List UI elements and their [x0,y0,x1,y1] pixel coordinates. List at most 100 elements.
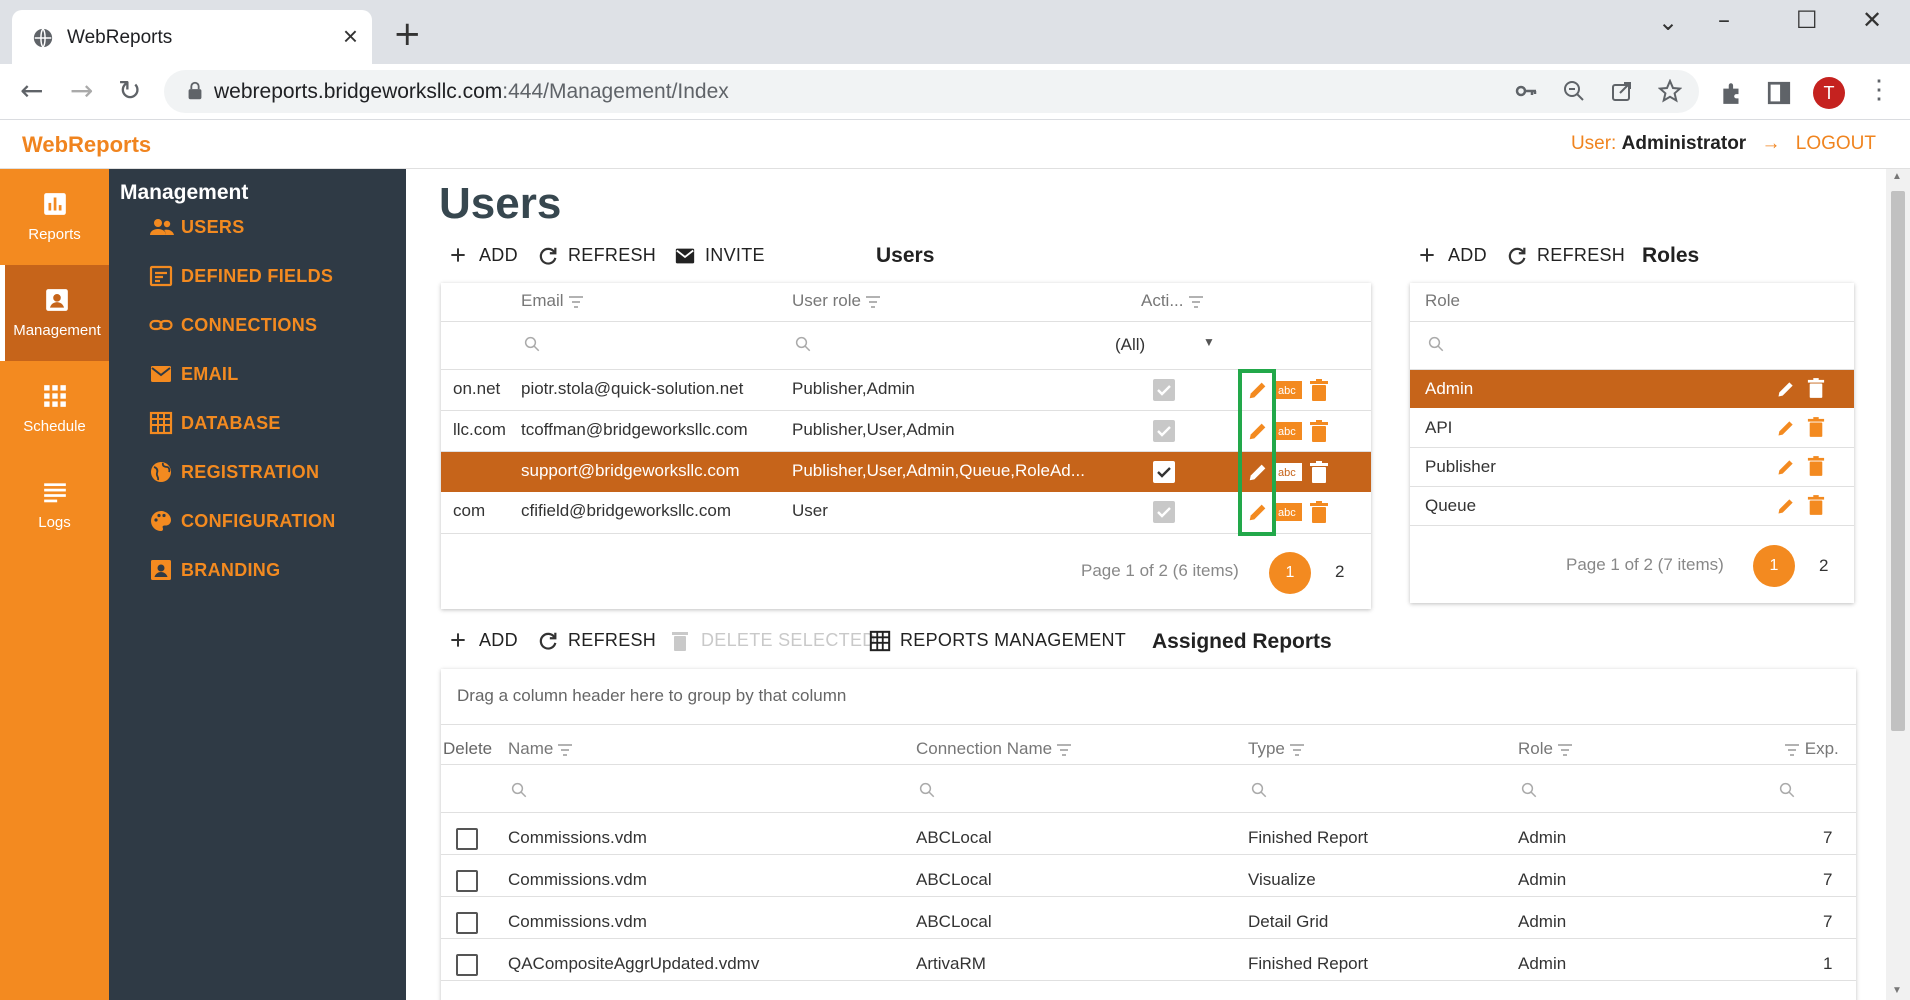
search-icon[interactable] [794,335,812,353]
roles-page-2-button[interactable]: 2 [1819,556,1828,576]
maximize-icon[interactable]: ☐ [1796,6,1818,34]
exp-cell: 7 [1823,870,1833,889]
rail-item-reports[interactable]: Reports [0,169,109,265]
browser-menu-icon[interactable]: ⋮ [1866,74,1892,105]
filter-icon[interactable] [568,295,584,309]
role-cell: Admin [1518,954,1567,973]
filter-icon[interactable] [1289,743,1305,757]
active-checkbox[interactable] [1153,420,1175,442]
assigned-toolbar: ADD REFRESH DELETE SELECTED REPORTS MANA… [448,627,1148,657]
search-icon[interactable] [1778,781,1796,799]
search-icon[interactable] [510,781,528,799]
minimize-icon[interactable]: – [1718,6,1730,34]
row-select-checkbox[interactable] [456,828,478,850]
delete-trash-icon[interactable] [1309,420,1329,442]
users-pager-info: Page 1 of 2 (6 items) [1081,561,1239,580]
active-checkbox[interactable] [1153,461,1175,483]
exp-column-header[interactable]: Exp. [1780,739,1839,759]
logout-arrow-icon[interactable]: → [1761,133,1780,154]
active-column-header[interactable]: Acti... [1141,291,1204,311]
close-window-icon[interactable]: ✕ [1862,6,1882,34]
row-select-checkbox[interactable] [456,912,478,934]
edit-pencil-icon[interactable] [1776,418,1796,438]
delete-trash-icon[interactable] [1807,417,1825,437]
delete-column-header[interactable]: Delete [443,739,492,759]
table-row-selected[interactable]: support@bridgeworksllc.com Publisher,Use… [441,452,1371,492]
logout-link[interactable]: LOGOUT [1796,133,1876,154]
delete-trash-icon[interactable] [1807,378,1825,398]
bookmark-star-icon[interactable] [1658,79,1682,103]
type-column-header[interactable]: Type [1248,739,1305,759]
close-tab-icon[interactable]: × [343,21,358,52]
link-icon [149,319,173,331]
filter-icon[interactable] [1056,743,1072,757]
zoom-icon[interactable] [1562,79,1586,103]
user-role-column-header[interactable]: User role [792,291,881,311]
extensions-icon[interactable] [1719,80,1745,106]
app-brand[interactable]: WebReports [22,132,151,158]
users-page-2-button[interactable]: 2 [1335,562,1344,582]
role-column-header[interactable]: Role [1425,291,1460,311]
trash-icon [672,632,688,651]
profile-avatar[interactable]: T [1813,77,1845,109]
scroll-down-icon[interactable]: ▼ [1892,985,1902,996]
browser-tab[interactable]: WebReports × [12,10,372,64]
rename-abc-icon[interactable]: abc [1276,381,1302,399]
search-icon[interactable] [1427,335,1445,353]
delete-trash-icon[interactable] [1807,456,1825,476]
connection-column-header[interactable]: Connection Name [916,739,1072,759]
role-column-header[interactable]: Role [1518,739,1573,759]
filter-icon[interactable] [865,295,881,309]
rename-abc-icon[interactable]: abc [1276,463,1302,481]
delete-trash-icon[interactable] [1309,461,1329,483]
delete-trash-icon[interactable] [1309,379,1329,401]
users-page-1-button[interactable]: 1 [1269,552,1311,594]
rail-item-logs[interactable]: Logs [0,457,109,553]
users-section-title: Users [876,244,935,267]
side-panel-icon[interactable] [1766,80,1792,106]
user-label: User: [1570,133,1617,154]
active-filter-select[interactable]: (All) [1115,335,1145,355]
filter-icon[interactable] [1784,743,1800,757]
row-select-checkbox[interactable] [456,870,478,892]
filter-icon[interactable] [1557,743,1573,757]
active-checkbox[interactable] [1153,379,1175,401]
back-icon[interactable]: ← [20,74,43,107]
globe-icon [151,462,171,482]
scroll-up-icon[interactable]: ▲ [1892,171,1902,182]
reload-icon[interactable]: ↻ [118,74,141,107]
rename-abc-icon[interactable]: abc [1276,422,1302,440]
forward-icon[interactable]: → [70,74,93,107]
edit-pencil-icon[interactable] [1776,496,1796,516]
role-name-cell: Queue [1425,496,1477,515]
report-name-cell: QACompositeAggrUpdated.vdmv [508,954,760,973]
new-tab-icon[interactable]: + [393,14,422,54]
search-icon[interactable] [523,335,541,353]
scrollbar-thumb[interactable] [1891,191,1905,731]
rail-item-schedule[interactable]: Schedule [0,361,109,457]
active-checkbox[interactable] [1153,501,1175,523]
roles-page-1-button[interactable]: 1 [1753,545,1795,587]
page-scrollbar[interactable]: ▲ ▼ [1886,169,1910,1000]
delete-trash-icon[interactable] [1309,501,1329,523]
row-select-checkbox[interactable] [456,954,478,976]
filter-icon[interactable] [557,743,573,757]
role-row-selected[interactable]: Admin [1410,370,1854,408]
share-icon[interactable] [1610,79,1634,103]
tab-search-icon[interactable]: ⌄ [1658,8,1678,36]
edit-pencil-icon[interactable] [1776,379,1796,399]
edit-pencil-icon[interactable] [1776,457,1796,477]
key-icon[interactable] [1514,79,1538,103]
chevron-down-icon[interactable]: ▼ [1203,335,1215,349]
search-icon[interactable] [918,781,936,799]
address-bar[interactable]: webreports.bridgeworksllc.com:444/Manage… [164,70,1699,113]
name-column-header[interactable]: Name [508,739,573,759]
rail-item-management[interactable]: Management [0,265,109,361]
filter-icon[interactable] [1188,295,1204,309]
rename-abc-icon[interactable]: abc [1276,503,1302,521]
search-icon[interactable] [1520,781,1538,799]
user-email-cell: tcoffman@bridgeworksllc.com [521,420,748,439]
delete-trash-icon[interactable] [1807,495,1825,515]
email-column-header[interactable]: Email [521,291,584,311]
search-icon[interactable] [1250,781,1268,799]
